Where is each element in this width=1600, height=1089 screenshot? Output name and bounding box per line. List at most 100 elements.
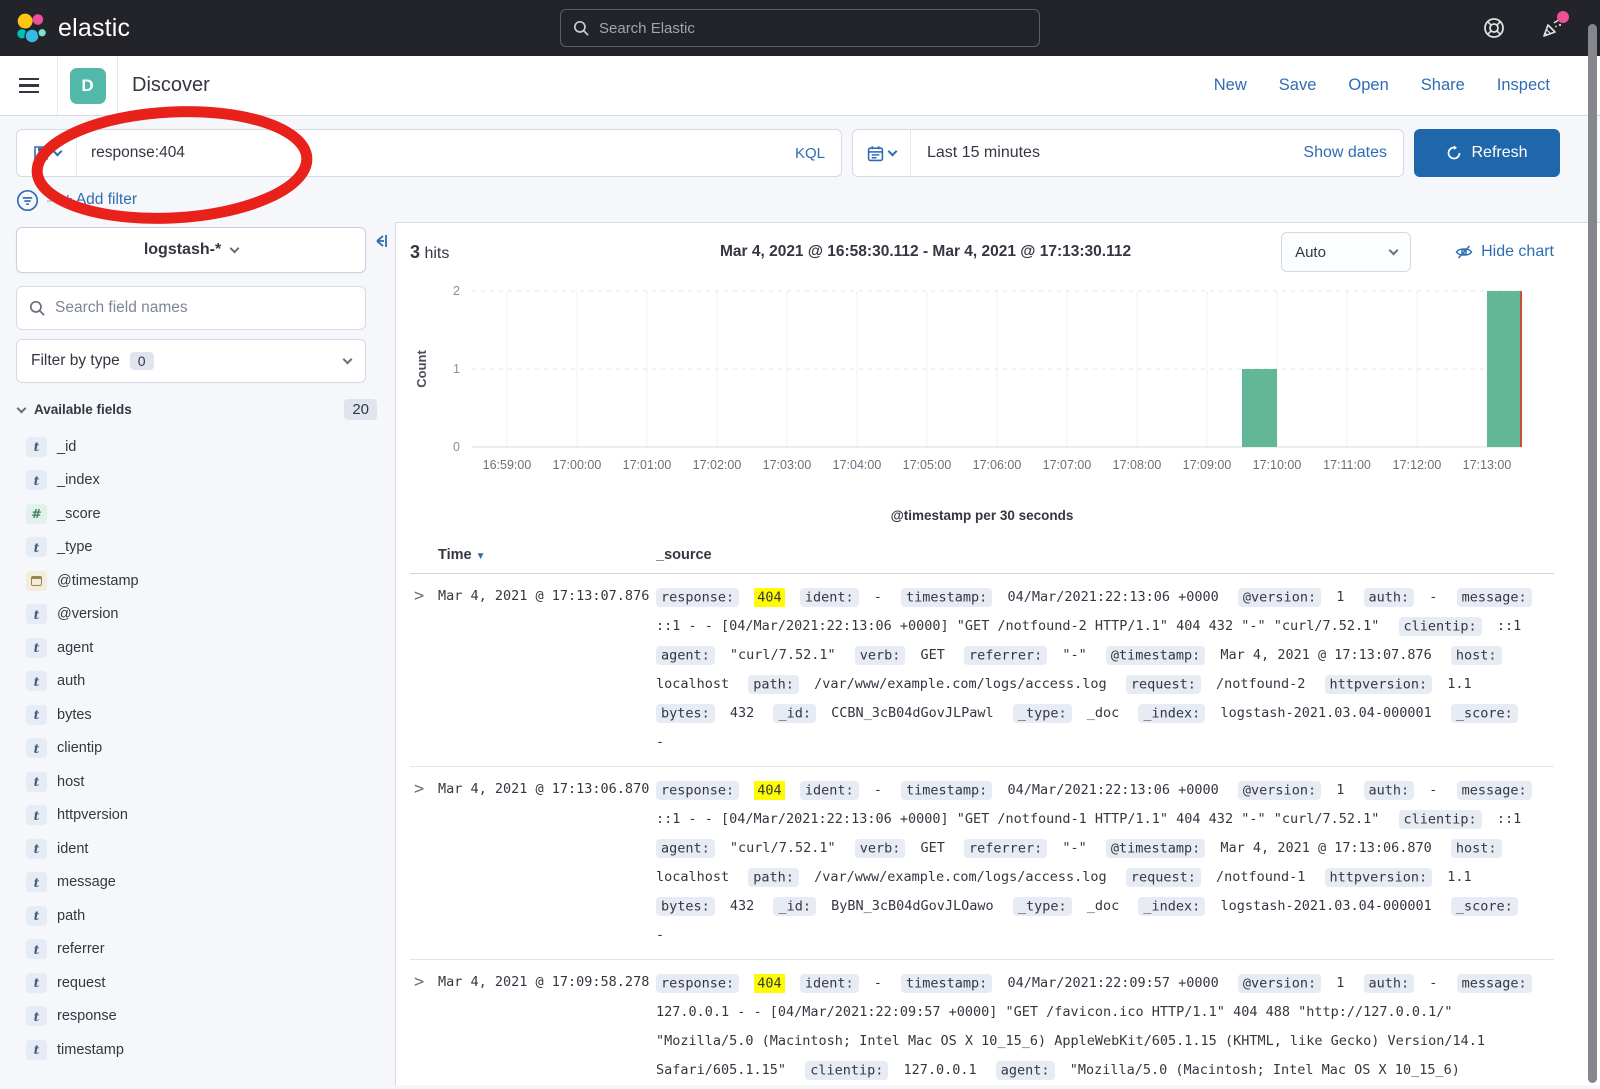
field-item-host[interactable]: thost: [16, 765, 381, 799]
discover-app-badge[interactable]: D: [70, 68, 106, 104]
saved-query-menu-button[interactable]: [17, 130, 77, 176]
source-field-value: 127.0.0.1: [903, 1062, 976, 1078]
hide-chart-button[interactable]: Hide chart: [1455, 243, 1554, 261]
field-item-message[interactable]: tmessage: [16, 866, 381, 900]
source-field-value: ::1 - - [04/Mar/2021:22:13:06 +0000] "GE…: [656, 618, 1379, 634]
source-field-value: 04/Mar/2021:22:13:06 +0000: [1007, 782, 1218, 798]
field-item-timestamp[interactable]: ttimestamp: [16, 1033, 381, 1067]
expand-row-icon[interactable]: >: [410, 776, 438, 950]
source-field-value: 1: [1336, 589, 1344, 605]
source-field-key: referrer:: [964, 839, 1047, 858]
fields-sidebar: logstash-* Search field names Filter by …: [0, 222, 395, 1085]
field-item-agent[interactable]: tagent: [16, 631, 381, 665]
refresh-button[interactable]: Refresh: [1414, 129, 1560, 177]
expand-row-icon[interactable]: >: [410, 969, 438, 1085]
source-field-key: auth:: [1364, 974, 1415, 993]
field-name: agent: [57, 640, 93, 656]
available-fields-count-badge: 20: [344, 399, 377, 420]
field-item-_type[interactable]: t_type: [16, 531, 381, 565]
source-field-value: Mar 4, 2021 @ 17:13:06.870: [1220, 840, 1431, 856]
source-field-key: response:: [656, 588, 739, 607]
source-field-key: request:: [1126, 675, 1201, 694]
available-fields-header[interactable]: Available fields 20: [16, 399, 381, 420]
expand-row-icon[interactable]: >: [410, 583, 438, 757]
top-menu-save[interactable]: Save: [1279, 76, 1317, 95]
field-item-ident[interactable]: tident: [16, 832, 381, 866]
source-field-value: _doc: [1087, 705, 1120, 721]
field-type-text-icon: t: [26, 772, 47, 792]
field-name: referrer: [57, 941, 105, 957]
index-pattern-selector[interactable]: logstash-*: [16, 227, 366, 273]
svg-text:17:06:00: 17:06:00: [973, 458, 1022, 472]
svg-text:1: 1: [453, 362, 460, 376]
field-item-response[interactable]: tresponse: [16, 1000, 381, 1034]
source-field-key: ident:: [800, 588, 859, 607]
query-language-button[interactable]: KQL: [779, 145, 841, 162]
source-field-key: _index:: [1138, 897, 1205, 916]
field-item-bytes[interactable]: tbytes: [16, 698, 381, 732]
help-icon[interactable]: [1482, 16, 1506, 40]
source-field-value: /var/www/example.com/logs/access.log: [814, 869, 1107, 885]
interval-select[interactable]: Auto: [1281, 232, 1411, 272]
index-pattern-name: logstash-*: [144, 241, 221, 259]
svg-text:17:04:00: 17:04:00: [833, 458, 882, 472]
source-field-value: /notfound-1: [1216, 869, 1305, 885]
time-column-header[interactable]: Time▼: [438, 547, 656, 563]
top-menu-open[interactable]: Open: [1348, 76, 1388, 95]
top-menu-share[interactable]: Share: [1421, 76, 1465, 95]
global-search-input[interactable]: Search Elastic: [560, 9, 1040, 47]
field-item-auth[interactable]: tauth: [16, 665, 381, 699]
field-search-input[interactable]: Search field names: [16, 286, 366, 330]
field-type-text-icon: t: [26, 973, 47, 993]
source-field-key: @timestamp:: [1106, 839, 1205, 858]
menu-icon[interactable]: [0, 56, 58, 115]
newsfeed-icon[interactable]: [1540, 16, 1564, 40]
chart-time-range: Mar 4, 2021 @ 16:58:30.112 - Mar 4, 2021…: [570, 243, 1281, 261]
source-field-key: timestamp:: [901, 974, 992, 993]
elastic-logo[interactable]: elastic: [0, 11, 220, 45]
source-field-key: _index:: [1138, 704, 1205, 723]
field-item-request[interactable]: trequest: [16, 966, 381, 1000]
source-field-key: @version:: [1238, 588, 1321, 607]
field-item-_id[interactable]: t_id: [16, 430, 381, 464]
source-field-value: localhost: [656, 869, 729, 885]
show-dates-button[interactable]: Show dates: [1287, 144, 1403, 162]
documents-table: Time▼ _source >Mar 4, 2021 @ 17:13:07.87…: [410, 539, 1554, 1085]
field-item-_score[interactable]: #_score: [16, 497, 381, 531]
source-field-value: localhost: [656, 676, 729, 692]
source-field-key: httpversion:: [1325, 675, 1433, 694]
histogram-chart[interactable]: 16:59:0017:00:0017:01:0017:02:0017:03:00…: [410, 281, 1554, 523]
field-type-text-icon: t: [26, 906, 47, 926]
field-item-path[interactable]: tpath: [16, 899, 381, 933]
svg-text:Count: Count: [414, 350, 429, 388]
source-field-key: host:: [1451, 646, 1502, 665]
query-input[interactable]: response:404: [77, 144, 779, 162]
field-item-referrer[interactable]: treferrer: [16, 933, 381, 967]
field-type-text-icon: t: [26, 738, 47, 758]
field-type-text-icon: t: [26, 1006, 47, 1026]
field-item-@version[interactable]: t@version: [16, 598, 381, 632]
field-item-@timestamp[interactable]: @timestamp: [16, 564, 381, 598]
date-quick-menu-button[interactable]: [853, 130, 911, 176]
filter-dash: –: [47, 192, 55, 209]
field-name: path: [57, 908, 85, 924]
field-type-text-icon: t: [26, 872, 47, 892]
page-scrollbar[interactable]: [1588, 24, 1597, 1083]
source-field-key: response:: [656, 974, 739, 993]
field-item-httpversion[interactable]: thttpversion: [16, 799, 381, 833]
filter-by-type-select[interactable]: Filter by type 0: [16, 339, 366, 383]
discover-main-panel: 3 hits Mar 4, 2021 @ 16:58:30.112 - Mar …: [395, 222, 1600, 1085]
source-field-key: _score:: [1451, 704, 1518, 723]
time-range-value[interactable]: Last 15 minutes: [911, 144, 1287, 162]
svg-text:17:11:00: 17:11:00: [1323, 458, 1371, 472]
field-item-clientip[interactable]: tclientip: [16, 732, 381, 766]
add-filter-button[interactable]: + Add filter: [63, 191, 137, 209]
top-menu-new[interactable]: New: [1214, 76, 1247, 95]
field-item-_index[interactable]: t_index: [16, 464, 381, 498]
collapse-sidebar-icon[interactable]: [369, 232, 389, 250]
calendar-icon: [867, 145, 884, 162]
source-field-key: verb:: [855, 646, 906, 665]
filter-icon[interactable]: [16, 189, 39, 212]
field-type-date-icon: [26, 571, 47, 591]
top-menu-inspect[interactable]: Inspect: [1497, 76, 1550, 95]
